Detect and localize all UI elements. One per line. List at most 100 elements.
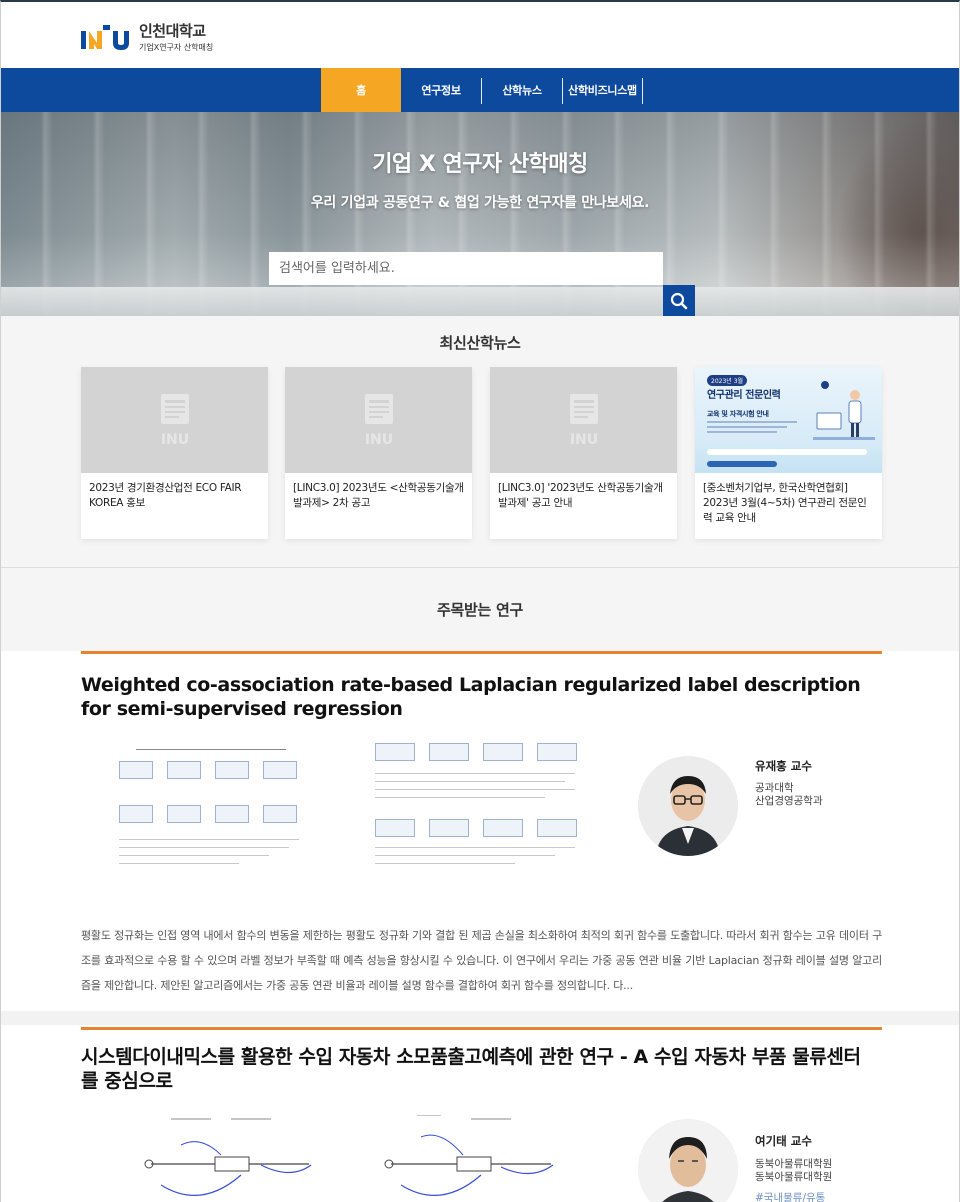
figure-line: [119, 847, 289, 848]
researcher-illustration-icon: [813, 381, 875, 440]
research-item[interactable]: Weighted co-association rate-based Lapla…: [1, 651, 959, 1011]
figure-node: [215, 761, 249, 779]
site-logo[interactable]: 인천대학교 기업X연구자 산학매칭: [81, 20, 213, 53]
news-card[interactable]: INU [LINC3.0] '2023년도 산학공동기술개발과제' 공고 안내: [490, 367, 677, 539]
figure-line: [375, 781, 565, 782]
news-section-title: 최신산학뉴스: [439, 334, 521, 352]
news-card[interactable]: INU [LINC3.0] 2023년도 <산학공동기술개발과제> 2차 공고: [285, 367, 472, 539]
research-tag[interactable]: #국내물류/유통: [755, 1190, 825, 1202]
nav-item-industry-news[interactable]: 산학뉴스: [482, 68, 562, 112]
figure-node: [119, 805, 153, 823]
figure-line: [375, 797, 545, 798]
figure-node: [537, 819, 577, 837]
figure-line: [375, 855, 555, 856]
inu-logo-icon: [81, 23, 131, 51]
poster-title: 연구관리 전문인력: [707, 390, 781, 401]
featured-section-title: 주목받는 연구: [437, 601, 523, 619]
professor-name: 여기태 교수: [755, 1134, 812, 1148]
nav-item-research-info[interactable]: 연구정보: [401, 68, 481, 112]
research-title[interactable]: 시스템다이내믹스를 활용한 수입 자동차 소모품출고예측에 관한 연구 - A …: [81, 1045, 871, 1093]
figure-node: [263, 761, 297, 779]
research-title[interactable]: Weighted co-association rate-based Lapla…: [81, 673, 871, 721]
figure-node: [375, 743, 415, 761]
featured-research-header: 주목받는 연구: [1, 568, 959, 651]
system-dynamics-diagram: [144, 1118, 312, 1196]
search-icon: [670, 292, 688, 309]
figure-node: [483, 819, 523, 837]
poster-text-line: [707, 431, 777, 433]
system-dynamics-diagram: [384, 1115, 554, 1196]
figure-node: [375, 819, 415, 837]
figure-node: [215, 805, 249, 823]
figure-node: [119, 761, 153, 779]
news-card[interactable]: 2023년 3월 연구관리 전문인력 교육 및 자격시험 안내 [중소벤처기업부…: [695, 367, 882, 539]
figure-line: [375, 773, 575, 774]
research-accent-rule: [81, 651, 882, 654]
search-input[interactable]: [269, 252, 663, 285]
poster-subtitle: 교육 및 자격시험 안내: [707, 410, 769, 418]
nav-item-home[interactable]: 홈: [321, 68, 401, 112]
news-thumbnail-placeholder: INU: [490, 367, 677, 473]
header: 인천대학교 기업X연구자 산학매칭: [1, 2, 959, 68]
main-nav: 홈 연구정보 산학뉴스 산학비즈니스맵: [1, 68, 959, 112]
research-separator: [1, 1011, 959, 1027]
poster-info-bar: [707, 449, 867, 455]
nav-separator: [642, 78, 643, 104]
poster-text-line: [707, 426, 787, 428]
news-document-icon: INU: [364, 394, 393, 448]
poster-text-line: [707, 421, 797, 423]
nav-item-business-map[interactable]: 산학비즈니스맵: [563, 68, 642, 112]
figure-node: [483, 743, 523, 761]
svg-text:INU: INU: [160, 432, 188, 448]
news-card-title: 2023년 경기환경산업전 ECO FAIR KOREA 홍보: [89, 482, 242, 509]
news-thumbnail-placeholder: INU: [81, 367, 268, 473]
logo-subtitle: 기업X연구자 산학매칭: [139, 43, 214, 52]
news-card-title: [LINC3.0] 2023년도 <산학공동기술개발과제> 2차 공고: [293, 482, 464, 509]
hero-title: 기업 X 연구자 산학매칭: [372, 152, 588, 177]
news-card-title: [중소벤처기업부, 한국산학연협회] 2023년 3월(4~5차) 연구관리 전…: [703, 482, 867, 524]
professor-department: 동북아물류대학원: [755, 1171, 833, 1183]
research-figure-diagram: [369, 739, 589, 874]
svg-text:INU: INU: [364, 432, 392, 448]
news-card-title: [LINC3.0] '2023년도 산학공동기술개발과제' 공고 안내: [498, 482, 663, 509]
figure-node: [167, 805, 201, 823]
figure-line: [119, 855, 269, 856]
logo-name: 인천대학교: [139, 22, 206, 40]
news-thumbnail-placeholder: INU: [285, 367, 472, 473]
professor-name: 유재홍 교수: [755, 759, 812, 773]
hero-background-shelf: [1, 287, 959, 316]
figure-line: [375, 789, 575, 790]
figure-node: [167, 761, 201, 779]
research-figure-diagram: [111, 743, 311, 873]
figure-node: [263, 805, 297, 823]
news-card-list: INU 2023년 경기환경산업전 ECO FAIR KOREA 홍보 INU: [81, 367, 882, 539]
figure-node: [429, 819, 469, 837]
hero-banner: 기업 X 연구자 산학매칭 우리 기업과 공동연구 & 협업 가능한 연구자를 …: [1, 112, 959, 316]
professor-department: 산업경영공학과: [755, 795, 823, 807]
figure-node: [429, 743, 469, 761]
news-thumbnail-poster: 2023년 3월 연구관리 전문인력 교육 및 자격시험 안내: [695, 367, 882, 473]
figure-line: [119, 839, 299, 840]
research-abstract: 평활도 정규화는 인접 영역 내에서 함수의 변동을 제한하는 평활도 정규화 …: [81, 929, 882, 992]
professor-college: 동북아물류대학원: [755, 1158, 833, 1170]
figure-node: [537, 743, 577, 761]
hero-subtitle: 우리 기업과 공동연구 & 협업 가능한 연구자를 만나보세요.: [310, 195, 650, 211]
professor-college: 공과대학: [755, 782, 794, 794]
separator-band: [1, 1011, 959, 1025]
news-card[interactable]: INU 2023년 경기환경산업전 ECO FAIR KOREA 홍보: [81, 367, 268, 539]
professor-photo-icon: [638, 1119, 738, 1202]
research-item[interactable]: 시스템다이내믹스를 활용한 수입 자동차 소모품출고예측에 관한 연구 - A …: [1, 1027, 959, 1202]
search-button[interactable]: [663, 285, 695, 316]
svg-text:INU: INU: [569, 432, 597, 448]
figure-line: [375, 863, 515, 864]
figure-line: [119, 863, 239, 864]
page: 인천대학교 기업X연구자 산학매칭 홈 연구정보 산학뉴스 산학비즈니스맵 기업…: [0, 0, 960, 1202]
figure-line: [375, 847, 575, 848]
research-accent-rule: [81, 1027, 882, 1030]
poster-badge: 2023년 3월: [707, 375, 748, 386]
professor-photo-icon: [638, 756, 738, 856]
professor-avatar: [638, 756, 738, 856]
figure-line: [136, 749, 286, 750]
news-document-icon: INU: [160, 394, 189, 448]
latest-news-section: 최신산학뉴스 INU 2023년 경기환경산업전 ECO FAIR KOREA …: [1, 316, 959, 568]
